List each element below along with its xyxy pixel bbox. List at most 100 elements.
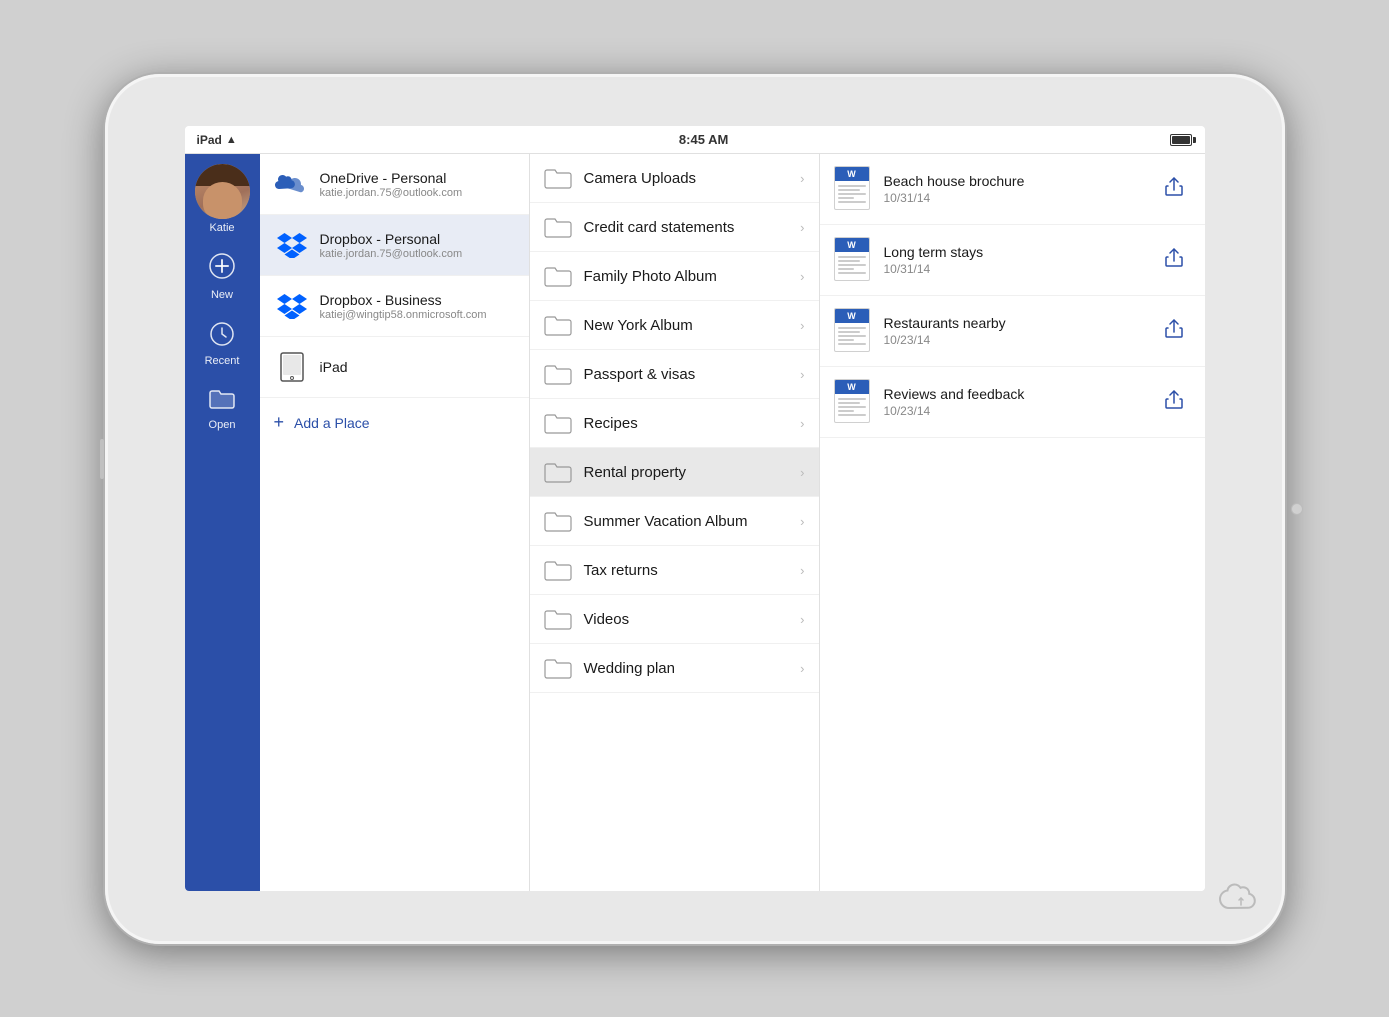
- file-item-beach-house[interactable]: W Beach house brochure 10/31/14: [820, 154, 1205, 225]
- dropbox-personal-text: Dropbox - Personal katie.jordan.75@outlo…: [320, 231, 515, 260]
- place-dropbox-personal[interactable]: Dropbox - Personal katie.jordan.75@outlo…: [260, 215, 529, 276]
- avatar[interactable]: [195, 164, 250, 219]
- file-date: 10/31/14: [884, 262, 1157, 276]
- word-header: W: [835, 309, 869, 323]
- app-area: Katie New: [185, 154, 1205, 891]
- avatar-image: [195, 164, 250, 219]
- avatar-face: [203, 182, 242, 219]
- file-info: Reviews and feedback 10/23/14: [884, 386, 1157, 418]
- ipad-screen: iPad ▲ 8:45 AM Katie: [185, 126, 1205, 891]
- folder-item-wedding[interactable]: Wedding plan ›: [530, 644, 819, 693]
- battery-fill: [1172, 136, 1190, 144]
- chevron-icon: ›: [800, 465, 804, 480]
- file-info: Long term stays 10/31/14: [884, 244, 1157, 276]
- chevron-icon: ›: [800, 514, 804, 529]
- folder-name: Family Photo Album: [584, 268, 801, 285]
- folder-name: New York Album: [584, 317, 801, 334]
- folder-item-recipes[interactable]: Recipes ›: [530, 399, 819, 448]
- dropbox-business-text: Dropbox - Business katiej@wingtip58.onmi…: [320, 292, 515, 321]
- chevron-icon: ›: [800, 171, 804, 186]
- battery-icon: [1170, 134, 1192, 146]
- folder-icon: [544, 657, 572, 679]
- user-name-label: Katie: [209, 222, 234, 234]
- folder-item-summer-vacation[interactable]: Summer Vacation Album ›: [530, 497, 819, 546]
- chevron-icon: ›: [800, 220, 804, 235]
- sidebar-item-open[interactable]: Open: [185, 377, 260, 441]
- file-date: 10/23/14: [884, 333, 1157, 347]
- share-button[interactable]: [1157, 244, 1191, 277]
- sidebar-item-recent[interactable]: Recent: [185, 311, 260, 377]
- folder-icon: [544, 510, 572, 532]
- open-label: Open: [209, 419, 236, 431]
- time-display: 8:45 AM: [679, 132, 728, 147]
- word-header: W: [835, 380, 869, 394]
- folder-icon: [544, 216, 572, 238]
- chevron-icon: ›: [800, 416, 804, 431]
- folder-name: Recipes: [584, 415, 801, 432]
- share-button[interactable]: [1157, 315, 1191, 348]
- recent-label: Recent: [205, 355, 240, 367]
- folder-icon: [544, 412, 572, 434]
- chevron-icon: ›: [800, 563, 804, 578]
- folder-icon: [544, 314, 572, 336]
- file-date: 10/31/14: [884, 191, 1157, 205]
- folder-name: Tax returns: [584, 562, 801, 579]
- folder-item-videos[interactable]: Videos ›: [530, 595, 819, 644]
- chevron-icon: ›: [800, 612, 804, 627]
- folder-item-tax-returns[interactable]: Tax returns ›: [530, 546, 819, 595]
- word-header: W: [835, 167, 869, 181]
- folder-name: Credit card statements: [584, 219, 801, 236]
- share-button[interactable]: [1157, 386, 1191, 419]
- file-item-restaurants[interactable]: W Restaurants nearby 10/23/14: [820, 296, 1205, 367]
- folder-item-new-york[interactable]: New York Album ›: [530, 301, 819, 350]
- new-label: New: [211, 289, 233, 301]
- file-item-reviews[interactable]: W Reviews and feedback 10/23/14: [820, 367, 1205, 438]
- file-name: Reviews and feedback: [884, 386, 1157, 402]
- folder-name: Summer Vacation Album: [584, 513, 801, 530]
- ipad-text: iPad: [320, 359, 515, 375]
- file-icon: W: [834, 166, 872, 212]
- folder-icon: [544, 363, 572, 385]
- folder-item-credit-card[interactable]: Credit card statements ›: [530, 203, 819, 252]
- chevron-icon: ›: [800, 367, 804, 382]
- folder-item-camera-uploads[interactable]: Camera Uploads ›: [530, 154, 819, 203]
- onedrive-email: katie.jordan.75@outlook.com: [320, 187, 515, 199]
- file-item-long-term[interactable]: W Long term stays 10/31/14: [820, 225, 1205, 296]
- ipad-place-name: iPad: [320, 359, 515, 375]
- ipad-icon: [274, 349, 310, 385]
- recent-icon: [209, 321, 235, 353]
- folder-item-passport[interactable]: Passport & visas ›: [530, 350, 819, 399]
- sidebar: Katie New: [185, 154, 260, 891]
- folder-name: Rental property: [584, 464, 801, 481]
- folder-item-family-photo[interactable]: Family Photo Album ›: [530, 252, 819, 301]
- home-button[interactable]: [1291, 503, 1303, 515]
- add-icon: +: [274, 412, 285, 433]
- chevron-icon: ›: [800, 661, 804, 676]
- place-dropbox-business[interactable]: Dropbox - Business katiej@wingtip58.onmi…: [260, 276, 529, 337]
- new-icon: [208, 252, 236, 287]
- chevron-icon: ›: [800, 318, 804, 333]
- file-name: Restaurants nearby: [884, 315, 1157, 331]
- onedrive-text: OneDrive - Personal katie.jordan.75@outl…: [320, 170, 515, 199]
- file-icon: W: [834, 308, 872, 354]
- cloud-sync-icon: [1217, 880, 1265, 924]
- sidebar-item-new[interactable]: New: [185, 242, 260, 311]
- add-place-button[interactable]: + Add a Place: [260, 398, 529, 447]
- file-name: Long term stays: [884, 244, 1157, 260]
- folder-name: Passport & visas: [584, 366, 801, 383]
- folder-item-rental[interactable]: Rental property ›: [530, 448, 819, 497]
- dropbox-business-name: Dropbox - Business: [320, 292, 515, 308]
- chevron-icon: ›: [800, 269, 804, 284]
- side-button[interactable]: [100, 439, 104, 479]
- folder-name: Videos: [584, 611, 801, 628]
- onedrive-icon: [274, 166, 310, 202]
- folder-icon: [544, 559, 572, 581]
- ipad-device: iPad ▲ 8:45 AM Katie: [105, 74, 1285, 944]
- place-ipad[interactable]: iPad: [260, 337, 529, 398]
- dropbox-business-email: katiej@wingtip58.onmicrosoft.com: [320, 309, 515, 321]
- place-onedrive-personal[interactable]: OneDrive - Personal katie.jordan.75@outl…: [260, 154, 529, 215]
- file-info: Beach house brochure 10/31/14: [884, 173, 1157, 205]
- share-button[interactable]: [1157, 173, 1191, 206]
- status-bar: iPad ▲ 8:45 AM: [185, 126, 1205, 154]
- word-header: W: [835, 238, 869, 252]
